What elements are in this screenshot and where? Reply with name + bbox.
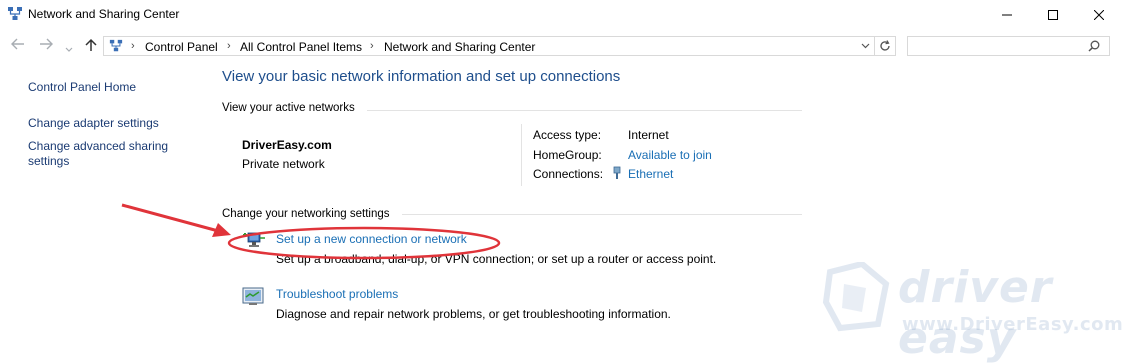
maximize-button[interactable] [1030, 0, 1076, 30]
divider [874, 37, 875, 55]
breadcrumb-separator-icon: › [227, 40, 231, 52]
breadcrumb-separator-icon: › [370, 40, 374, 52]
close-button[interactable] [1076, 0, 1122, 30]
minimize-button[interactable] [984, 0, 1030, 30]
change-settings-label: Change your networking settings [222, 208, 390, 220]
network-type[interactable]: Private network [242, 157, 325, 171]
sidebar-item-label: Change advanced sharing [28, 139, 169, 153]
network-name: DriverEasy.com [242, 138, 332, 152]
chevron-down-icon[interactable] [861, 43, 870, 49]
ethernet-icon [613, 166, 621, 179]
sidebar-item-control-panel-home[interactable]: Control Panel Home [28, 80, 136, 95]
title-bar: Network and Sharing Center [0, 0, 1124, 32]
active-networks-label: View your active networks [222, 102, 355, 114]
connections-label: Connections: [533, 167, 604, 181]
forward-button[interactable] [39, 38, 53, 53]
search-icon [1088, 40, 1100, 52]
window-title: Network and Sharing Center [28, 7, 180, 21]
back-button[interactable] [11, 38, 25, 53]
breadcrumb-network-sharing[interactable]: Network and Sharing Center [384, 40, 535, 54]
minimize-icon [1002, 14, 1012, 16]
address-bar[interactable]: › Control Panel › All Control Panel Item… [103, 36, 896, 56]
breadcrumb-separator-icon: › [131, 40, 135, 52]
close-icon [1094, 10, 1104, 20]
breadcrumb-all-items[interactable]: All Control Panel Items [240, 40, 362, 54]
troubleshoot-icon [242, 287, 264, 305]
new-connection-icon [243, 232, 265, 247]
sidebar-item-advanced-sharing[interactable]: Change advanced sharing settings [28, 139, 168, 169]
access-type-value: Internet [628, 128, 669, 142]
up-arrow-icon [85, 38, 97, 51]
setup-connection-link[interactable]: Set up a new connection or network [276, 232, 467, 246]
sidebar-item-change-adapter[interactable]: Change adapter settings [28, 116, 159, 131]
network-sharing-icon [8, 7, 22, 20]
watermark-brand: driver easy [898, 262, 1053, 364]
control-panel-icon [109, 39, 123, 52]
sidebar-item-label: settings [28, 154, 70, 168]
page-title: View your basic network information and … [222, 68, 621, 85]
annotation-arrowhead [212, 223, 231, 237]
troubleshoot-description: Diagnose and repair network problems, or… [276, 307, 671, 321]
section-divider [367, 110, 802, 111]
maximize-icon [1048, 10, 1058, 20]
setup-connection-description: Set up a broadband, dial-up, or VPN conn… [276, 252, 717, 266]
search-input[interactable] [907, 36, 1110, 56]
section-divider [402, 214, 802, 215]
access-type-label: Access type: [533, 128, 602, 142]
back-arrow-icon [11, 38, 24, 50]
up-button[interactable] [85, 38, 97, 55]
recent-locations-button[interactable] [65, 41, 73, 56]
annotation-arrow [121, 203, 223, 234]
network-info-divider [521, 124, 522, 186]
breadcrumb-control-panel[interactable]: Control Panel [145, 40, 218, 54]
homegroup-link[interactable]: Available to join [628, 148, 712, 162]
troubleshoot-link[interactable]: Troubleshoot problems [276, 287, 398, 301]
chevron-down-icon [65, 47, 73, 52]
drivereasy-logo-icon [822, 262, 890, 332]
forward-arrow-icon [40, 38, 53, 50]
homegroup-label: HomeGroup: [533, 148, 602, 162]
ethernet-link[interactable]: Ethernet [628, 167, 673, 181]
watermark-url: www.DriverEasy.com [902, 314, 1124, 335]
refresh-icon[interactable] [879, 40, 891, 52]
